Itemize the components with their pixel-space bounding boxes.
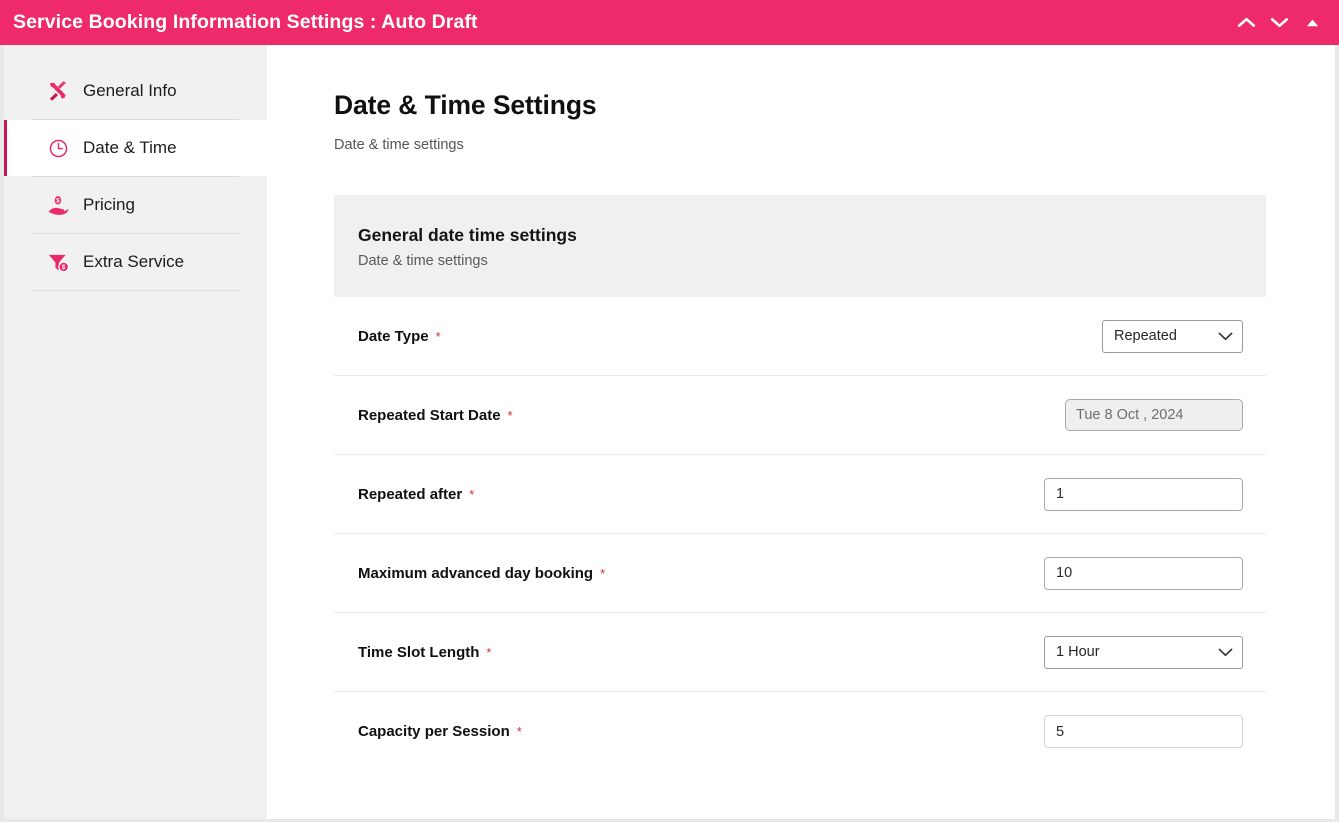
- window-title: Service Booking Information Settings : A…: [13, 11, 478, 33]
- required-marker: *: [507, 407, 513, 423]
- field-label-text: Maximum advanced day booking: [358, 564, 594, 582]
- sidebar-item-pricing[interactable]: $ Pricing: [4, 177, 267, 233]
- sidebar: General Info Date & Time $ Pricing $ Ext…: [4, 45, 267, 819]
- sidebar-item-extra-service[interactable]: $ Extra Service: [4, 234, 267, 290]
- field-control: 1: [1044, 477, 1243, 511]
- sidebar-item-date-time[interactable]: Date & Time: [4, 120, 267, 176]
- field-label-text: Repeated Start Date: [358, 406, 501, 424]
- field-control: Tue 8 Oct , 2024: [1065, 399, 1243, 431]
- sidebar-item-general-info[interactable]: General Info: [4, 63, 267, 119]
- field-control: 10: [1044, 556, 1243, 590]
- date-type-select-value: Repeated: [1114, 328, 1177, 344]
- chevron-down-icon: [1204, 332, 1233, 341]
- window-body: General Info Date & Time $ Pricing $ Ext…: [4, 45, 1335, 819]
- field-label: Capacity per Session *: [358, 723, 522, 740]
- repeated-after-input[interactable]: 1: [1044, 477, 1243, 511]
- chevron-down-icon[interactable]: [1266, 10, 1292, 36]
- required-marker: *: [486, 644, 492, 660]
- form-row-maximum-advanced-day-booking: Maximum advanced day booking * 10: [334, 534, 1266, 613]
- time-slot-length-select-value: 1 Hour: [1056, 644, 1100, 660]
- field-label: Repeated Start Date *: [358, 407, 513, 424]
- sidebar-item-label: Pricing: [83, 195, 135, 214]
- page-subtitle: Date & time settings: [334, 137, 464, 153]
- field-label-text: Repeated after: [358, 485, 463, 503]
- settings-card: General date time settings Date & time s…: [334, 195, 1266, 771]
- sidebar-item-label: General Info: [83, 81, 177, 100]
- sidebar-divider: [32, 290, 239, 291]
- chevron-up-icon[interactable]: [1233, 10, 1259, 36]
- window-titlebar: Service Booking Information Settings : A…: [0, 0, 1339, 45]
- form-row-repeated-after: Repeated after * 1: [334, 455, 1266, 534]
- capacity-per-session-input[interactable]: 5: [1044, 715, 1243, 748]
- field-control: 1 Hour: [1044, 635, 1243, 669]
- field-control: 5: [1044, 715, 1243, 748]
- window-controls: [1233, 10, 1339, 36]
- funnel-dollar-icon: $: [46, 250, 70, 274]
- required-marker: *: [600, 565, 606, 581]
- form-row-capacity-per-session: Capacity per Session * 5: [334, 692, 1266, 771]
- field-label: Maximum advanced day booking *: [358, 565, 605, 582]
- sidebar-item-label: Date & Time: [83, 138, 177, 157]
- field-label-text: Time Slot Length: [358, 643, 480, 661]
- page-title: Date & Time Settings: [334, 90, 597, 120]
- field-label-text: Capacity per Session: [358, 723, 510, 740]
- field-label: Date Type *: [358, 328, 441, 345]
- field-label: Repeated after *: [358, 486, 474, 503]
- svg-text:$: $: [61, 264, 65, 271]
- required-marker: *: [516, 724, 522, 739]
- app-window: Service Booking Information Settings : A…: [0, 0, 1339, 822]
- sidebar-item-label: Extra Service: [83, 252, 185, 271]
- hand-dollar-icon: $: [46, 193, 70, 217]
- field-label-text: Date Type: [358, 327, 429, 345]
- required-marker: *: [469, 486, 475, 502]
- maximum-advanced-day-booking-input[interactable]: 10: [1044, 556, 1243, 590]
- repeated-start-date-field[interactable]: Tue 8 Oct , 2024: [1065, 399, 1243, 431]
- triangle-up-icon[interactable]: [1299, 10, 1325, 36]
- form-row-time-slot-length: Time Slot Length * 1 Hour: [334, 613, 1266, 692]
- required-marker: *: [435, 328, 441, 344]
- time-slot-length-select[interactable]: 1 Hour: [1044, 635, 1243, 669]
- clock-icon: [46, 136, 70, 160]
- field-label: Time Slot Length *: [358, 644, 491, 661]
- field-control: Repeated: [1102, 319, 1243, 353]
- tools-icon: [46, 79, 70, 103]
- card-header-title: General date time settings: [358, 225, 577, 245]
- svg-text:$: $: [56, 197, 60, 204]
- card-header-subtitle: Date & time settings: [358, 253, 488, 269]
- main-content: Date & Time Settings Date & time setting…: [267, 45, 1335, 819]
- card-header: General date time settings Date & time s…: [334, 195, 1266, 297]
- form-row-repeated-start-date: Repeated Start Date * Tue 8 Oct , 2024: [334, 376, 1266, 455]
- date-type-select[interactable]: Repeated: [1102, 319, 1243, 353]
- form-row-date-type: Date Type * Repeated: [334, 297, 1266, 376]
- chevron-down-icon: [1204, 648, 1233, 657]
